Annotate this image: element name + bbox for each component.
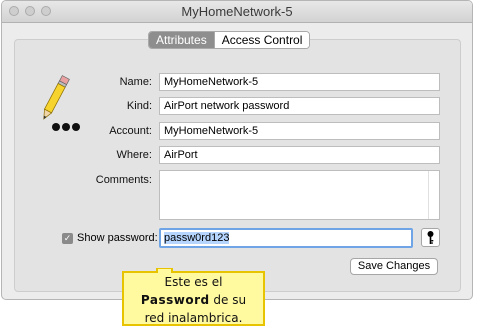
password-field[interactable]: passw0rd123	[159, 228, 413, 248]
window-title: MyHomeNetwork-5	[181, 4, 293, 19]
comments-scrollbar[interactable]	[428, 171, 439, 219]
key-icon	[427, 231, 434, 244]
save-changes-button[interactable]: Save Changes	[350, 258, 438, 275]
kind-field[interactable]: AirPort network password	[159, 97, 440, 115]
account-label: Account:	[109, 125, 152, 137]
show-password-label[interactable]: Show password:	[77, 232, 158, 244]
callout-line-3: red inalambrica.	[144, 311, 243, 325]
callout-line-1: Este es el	[164, 275, 223, 289]
name-field[interactable]: MyHomeNetwork-5	[159, 73, 440, 91]
tab-attributes[interactable]: Attributes	[149, 32, 214, 48]
title-bar: MyHomeNetwork-5	[2, 1, 472, 23]
callout-line-2: Password de su	[123, 291, 264, 309]
where-field[interactable]: AirPort	[159, 146, 440, 164]
callout-text: Este es el Password de su red inalambric…	[123, 273, 264, 327]
comments-field[interactable]	[159, 170, 440, 220]
keychain-window: MyHomeNetwork-5 Attributes Access Contro…	[1, 0, 473, 300]
password-callout: Este es el Password de su red inalambric…	[120, 268, 267, 328]
callout-line-2-rest: de su	[209, 293, 247, 307]
tab-access-control[interactable]: Access Control	[213, 32, 310, 48]
name-label: Name:	[119, 76, 152, 88]
key-button[interactable]	[421, 228, 440, 247]
password-value: passw0rd123	[164, 232, 230, 244]
comments-label: Comments:	[95, 174, 152, 186]
tab-bar: Attributes Access Control	[148, 31, 311, 49]
kind-label: Kind:	[126, 100, 152, 112]
show-password-checkbox[interactable]: ✓	[62, 233, 73, 244]
callout-bold-word: Password	[140, 293, 210, 307]
account-field[interactable]: MyHomeNetwork-5	[159, 122, 440, 140]
check-icon: ✓	[63, 233, 72, 243]
where-label: Where:	[116, 149, 152, 161]
